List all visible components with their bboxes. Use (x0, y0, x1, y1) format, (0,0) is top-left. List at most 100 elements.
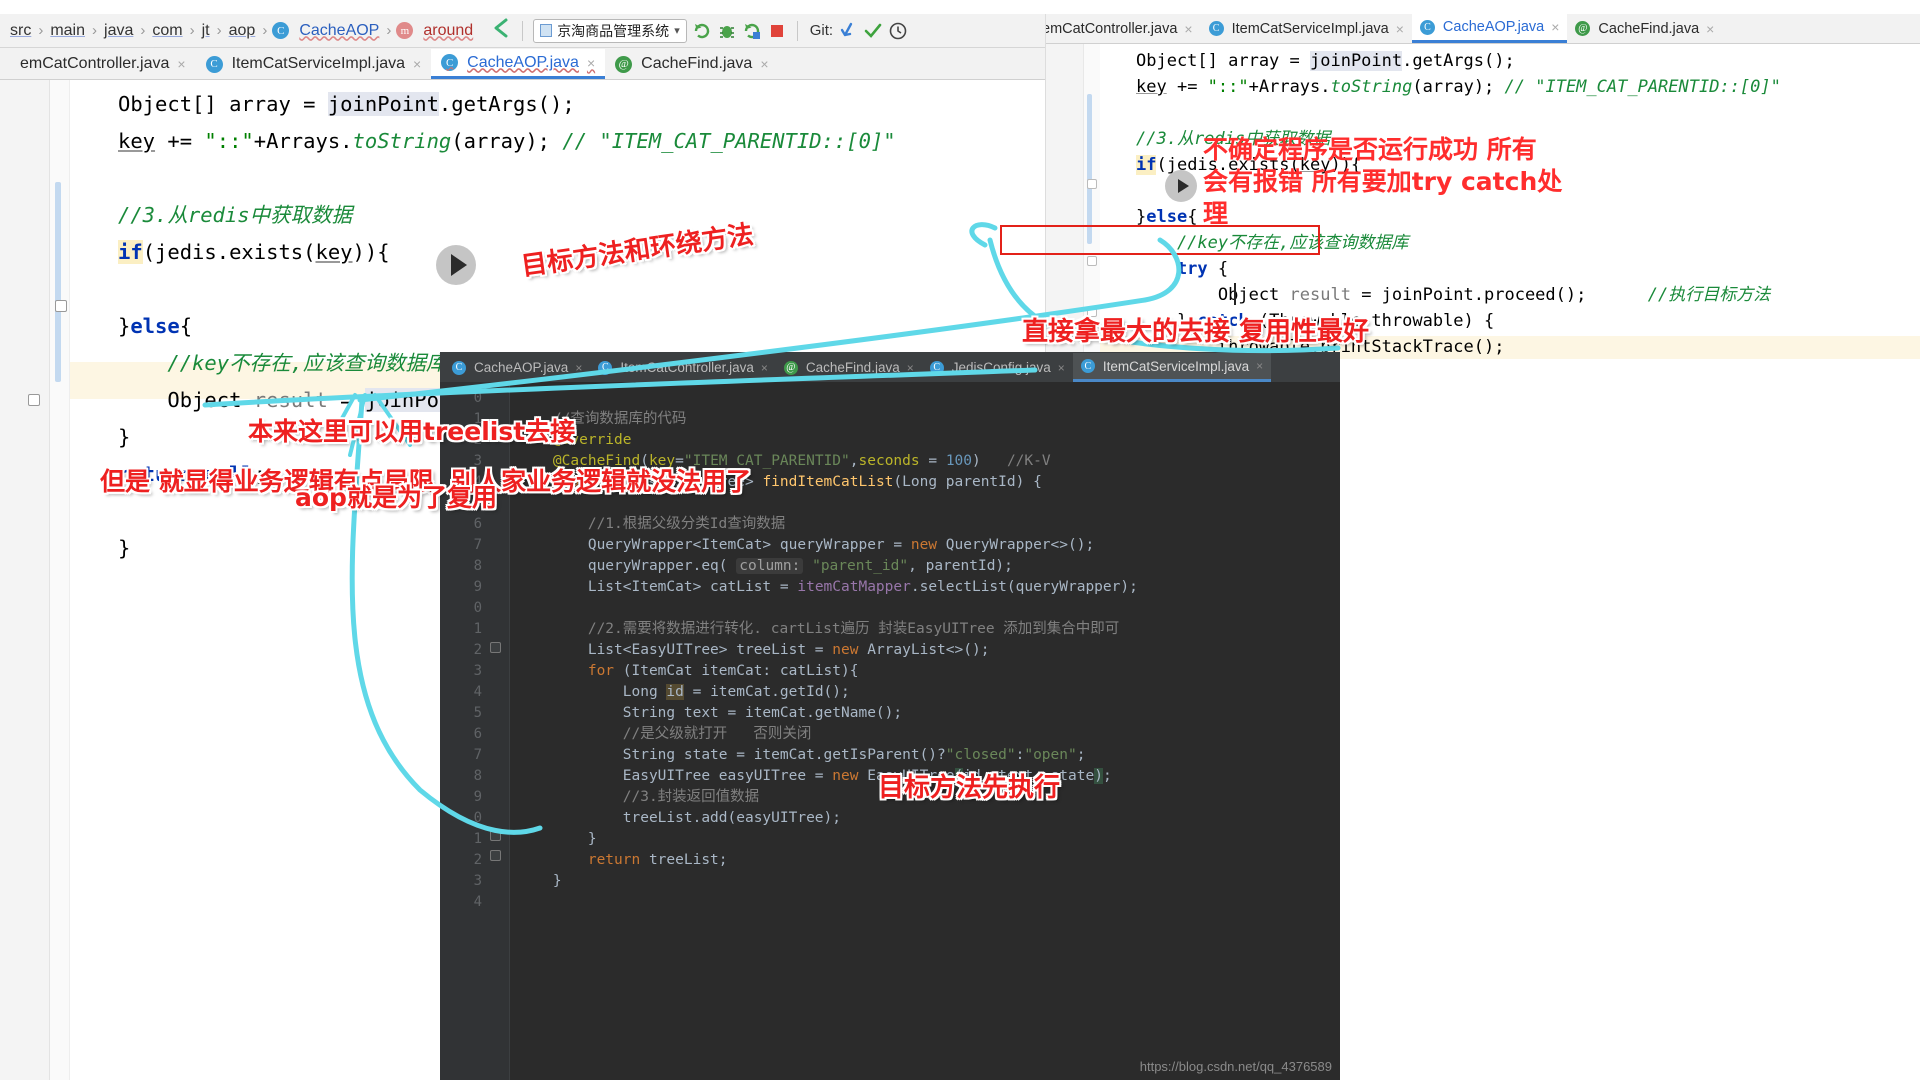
line-number: 3 (473, 873, 482, 889)
annotation-target-first: 目标方法先执行 (878, 773, 1061, 803)
class-c-icon: C (452, 360, 466, 375)
tab-label: CacheAOP.java (474, 360, 569, 375)
breadcrumb-item-src[interactable]: src (8, 22, 33, 40)
close-icon[interactable]: × (575, 361, 582, 375)
close-icon[interactable]: × (1058, 361, 1065, 375)
back-arrow-icon[interactable] (490, 17, 512, 44)
breadcrumb-separator: › (189, 22, 195, 39)
tab-itemcatcontroller[interactable]: emCatController.java × (1045, 14, 1201, 43)
stop-icon[interactable] (767, 21, 787, 41)
toolbar-divider (796, 20, 798, 41)
fold-marker-icon[interactable] (490, 850, 501, 861)
play-button-overlay-right[interactable] (1165, 170, 1197, 202)
run-configuration-label: 京淘商品管理系统 (557, 22, 670, 39)
breadcrumb-item-java[interactable]: java (102, 22, 135, 40)
left-line-gutter[interactable] (0, 80, 50, 1080)
run-configuration-selector[interactable]: 京淘商品管理系统 ▾ (533, 18, 687, 43)
update-project-icon[interactable] (838, 21, 858, 41)
annotation-at-icon: @ (615, 55, 633, 73)
text-caret (1234, 283, 1236, 305)
tab-cacheaop[interactable]: C CacheAOP.java × (431, 49, 606, 79)
tab-cacheaop[interactable]: C CacheAOP.java × (444, 353, 590, 382)
debug-icon[interactable] (717, 21, 737, 41)
close-icon[interactable]: × (761, 361, 768, 375)
line-number: 4 (473, 894, 482, 910)
line-number: 4 (473, 684, 482, 700)
app-icon (540, 24, 553, 37)
tab-itemcatserviceimpl[interactable]: C ItemCatServiceImpl.java × (1201, 14, 1412, 43)
build-icon[interactable] (692, 21, 712, 41)
fold-marker-icon[interactable] (1087, 179, 1097, 189)
tab-label: CacheAOP.java (467, 53, 579, 71)
line-number: 7 (473, 537, 482, 553)
watermark: https://blog.csdn.net/qq_4376589 (1139, 1059, 1332, 1074)
line-number: 1 (473, 621, 482, 637)
class-c-icon: C (272, 22, 290, 39)
fold-marker-icon[interactable] (490, 830, 501, 841)
tab-cacheaop[interactable]: C CacheAOP.java × (1411, 14, 1568, 43)
class-c-icon: C (929, 360, 944, 375)
tab-label: ItemCatController.java (620, 360, 754, 375)
breadcrumb-separator: › (92, 22, 98, 39)
line-number: 8 (473, 768, 482, 784)
right-changed-lines-marker (1087, 94, 1092, 244)
close-icon[interactable]: × (587, 55, 595, 71)
close-icon[interactable]: × (1551, 19, 1559, 35)
left-toolbar: src › main › java › com › jt › aop › C C… (0, 14, 1045, 48)
tab-itemcatcontroller[interactable]: emCatController.java × (0, 49, 196, 79)
class-c-icon: C (598, 360, 613, 375)
line-number: 7 (473, 747, 482, 763)
line-number: 9 (473, 579, 482, 595)
tab-cachefind[interactable]: @ CacheFind.java × (776, 353, 922, 382)
toolbar-divider (522, 20, 524, 41)
breadcrumb-item-cacheaop[interactable]: CacheAOP (297, 22, 381, 40)
tab-itemcatserviceimpl[interactable]: C ItemCatServiceImpl.java × (1072, 353, 1272, 382)
breadcrumb-item-aop[interactable]: aop (227, 22, 258, 40)
dark-editor-tabbar: C CacheAOP.java × C ItemCatController.ja… (440, 352, 1340, 382)
class-c-icon: C (1080, 359, 1095, 373)
tab-itemcatcontroller[interactable]: C ItemCatController.java × (590, 353, 776, 382)
tab-jedisconfig[interactable]: C JedisConfig.java × (922, 353, 1073, 382)
breadcrumb-separator: › (262, 22, 268, 39)
close-icon[interactable]: × (1184, 21, 1192, 37)
history-clock-icon[interactable] (888, 21, 908, 41)
tab-itemcatserviceimpl[interactable]: C ItemCatServiceImpl.java × (196, 49, 432, 79)
chevron-down-icon[interactable]: ▾ (674, 24, 680, 37)
run-with-coverage-icon[interactable] (742, 21, 762, 41)
breadcrumb-item-main[interactable]: main (48, 22, 87, 40)
class-c-icon: C (441, 54, 459, 71)
annotation-try-catch: 不确定程序是否运行成功 所有 会有报错 所有要加try catch处 理 (1203, 135, 1563, 228)
close-icon[interactable]: × (1706, 21, 1714, 37)
tab-label: ItemCatServiceImpl.java (1231, 20, 1389, 37)
commit-check-icon[interactable] (863, 21, 883, 41)
close-icon[interactable]: × (1256, 359, 1263, 373)
tab-label: emCatController.java (1045, 20, 1178, 37)
close-icon[interactable]: × (907, 361, 914, 375)
close-icon[interactable]: × (413, 56, 421, 72)
fold-marker-icon[interactable] (55, 300, 67, 312)
play-button-overlay-left[interactable] (436, 245, 476, 285)
line-number: 0 (473, 810, 482, 826)
tab-cachefind[interactable]: @ CacheFind.java × (605, 49, 778, 79)
line-number: 8 (473, 558, 482, 574)
line-number: 0 (473, 390, 482, 406)
close-icon[interactable]: × (1396, 21, 1404, 37)
line-number: 0 (473, 600, 482, 616)
breadcrumb-item-jt[interactable]: jt (200, 22, 212, 40)
close-icon[interactable]: × (177, 56, 185, 72)
fold-marker-icon[interactable] (28, 394, 40, 406)
fold-marker-icon[interactable] (490, 642, 501, 653)
tab-label: CacheFind.java (641, 55, 753, 72)
class-c-icon: C (205, 55, 223, 73)
close-icon[interactable]: × (760, 56, 768, 72)
class-c-icon: C (1419, 19, 1435, 35)
left-editor-tabbar: emCatController.java × C ItemCatServiceI… (0, 48, 1045, 80)
fold-marker-icon[interactable] (1087, 256, 1097, 266)
annotation-at-icon: @ (783, 360, 798, 375)
breadcrumb-item-com[interactable]: com (150, 22, 184, 40)
breadcrumb-separator: › (140, 22, 146, 39)
annotation-treelist: 本来这里可以用treelist去接 (248, 417, 576, 446)
breadcrumb-item-around[interactable]: around (421, 22, 475, 40)
tab-cachefind[interactable]: @ CacheFind.java × (1567, 14, 1722, 43)
tab-label: JedisConfig.java (951, 360, 1051, 375)
